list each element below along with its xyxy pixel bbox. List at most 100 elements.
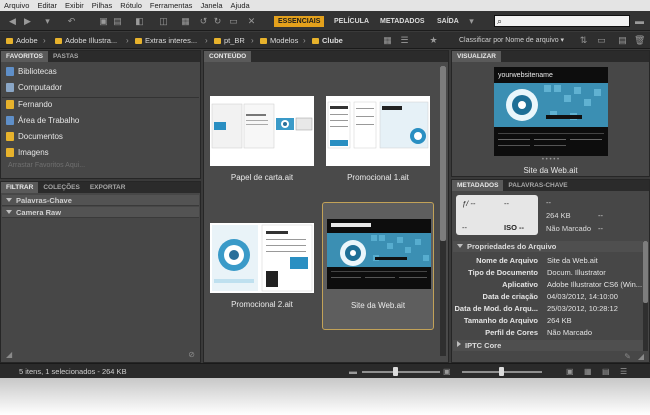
tab-pastas[interactable]: PASTAS [48,51,83,62]
forward-icon[interactable]: ▶ [22,16,33,26]
back-icon[interactable]: ◀ [7,16,18,26]
workspace-menu-icon[interactable]: ▾ [466,16,477,26]
details-view-icon[interactable]: ▤ [602,367,610,376]
shutter-value: -- [504,199,509,208]
list-view-icon[interactable]: ☰ [399,35,410,45]
tab-filtrar[interactable]: FILTRAR [1,182,39,193]
workspace-essenciais[interactable]: ESSENCIAIS [274,16,325,27]
menu-editar[interactable]: Editar [37,1,57,10]
scrollbar-thumb[interactable] [643,241,648,303]
output-icon[interactable]: ▦ [180,16,191,26]
breadcrumb-clube[interactable]: Clube [312,36,343,46]
tab-palavras-chave[interactable]: PALAVRAS-CHAVE [503,180,572,191]
breadcrumb-modelos[interactable]: Modelos [260,36,298,46]
slider-knob[interactable] [499,367,504,376]
return-icon[interactable]: ↶ [66,16,77,26]
thumbnail-promocional-2[interactable]: Promocional 2.ait [206,217,318,345]
new-folder-icon[interactable]: ▤ [617,35,628,45]
menu-exibir[interactable]: Exibir [65,1,84,10]
sort-order-icon[interactable]: ⇅ [578,35,589,45]
tab-visualizar[interactable]: VISUALIZAR [452,51,501,62]
clear-filter-icon[interactable]: ⊘ [188,350,195,359]
menu-rotulo[interactable]: Rótulo [120,1,142,10]
lock-icon[interactable]: ▣ [566,367,574,376]
preview-panel: VISUALIZAR yourwebsitename • • • • • Sit… [451,50,650,177]
favorite-documentos[interactable]: Documentos [6,131,63,143]
breadcrumb-pt-br[interactable]: pt_BR [214,36,245,46]
tab-exportar[interactable]: EXPORTAR [85,182,131,193]
breadcrumb-adobe[interactable]: Adobe [6,36,38,46]
breadcrumb-adobe-illustrator[interactable]: Adobe Illustra... [55,36,117,46]
status-bar: 5 itens, 1 selecionados - 264 KB ▬ ▣ ▣ ▦… [0,363,650,378]
delete-icon[interactable]: ✕ [246,16,257,26]
menu-ferramentas[interactable]: Ferramentas [150,1,193,10]
thumbnail-caption: Promocional 1.ait [347,173,409,182]
favorite-computador[interactable]: Computador [6,82,62,94]
favorite-fernando[interactable]: Fernando [6,99,52,111]
meta-row: Aplicativo Adobe Illustrator CS6 (Win... [502,280,643,289]
menu-arquivo[interactable]: Arquivo [4,1,29,10]
minimize-icon[interactable]: ▬ [634,16,645,26]
recent-folder-icon[interactable]: ▾ [42,16,53,26]
documents-icon [6,132,14,141]
grid-view-icon[interactable]: ▦ [382,35,393,45]
tab-favoritos[interactable]: FAVORITOS [1,51,48,62]
workspace-pelicula[interactable]: PELÍCULA [330,16,373,27]
thumbnail-site-da-web[interactable]: Site da Web.ait [322,202,434,330]
menu-janela[interactable]: Janela [200,1,222,10]
thumbnail-image [326,96,430,166]
search-box[interactable]: ⌕ [494,15,630,27]
list-view-icon[interactable]: ☰ [620,367,627,376]
thumbnail-view-icon[interactable]: ▦ [584,367,592,376]
computer-icon [6,83,14,92]
open-folder-icon[interactable]: ▭ [596,35,607,45]
favorite-bibliotecas[interactable]: Bibliotecas [6,66,57,78]
trash-icon[interactable]: 🗑 [634,35,645,45]
workspace-metadados[interactable]: METADADOS [376,16,429,27]
filter-camera-raw[interactable]: Camera Raw [2,207,199,218]
search-input[interactable] [509,16,627,26]
breadcrumb-extras[interactable]: Extras interes... [135,36,197,46]
new-folder-icon[interactable]: ▭ [228,16,239,26]
open-recent-icon[interactable]: ◧ [134,16,145,26]
filter-palavras-chave[interactable]: Palavras-Chave [2,195,199,206]
refine-icon[interactable]: ▤ [112,16,123,26]
review-icon[interactable]: ◫ [158,16,169,26]
rotate-ccw-icon[interactable]: ↺ [198,16,209,26]
rotate-cw-icon[interactable]: ↻ [212,16,223,26]
apply-icon[interactable]: ◢ [638,352,644,361]
zoom-in-icon[interactable]: ▣ [443,367,451,376]
scrollbar-thumb[interactable] [440,66,446,241]
menu-ajuda[interactable]: Ajuda [231,1,250,10]
thumbnail-size-slider[interactable] [362,371,440,373]
slider-knob[interactable] [393,367,398,376]
workspace-saida[interactable]: SAÍDA [433,16,463,27]
content-panel: CONTEÚDO Papel de carta.ait Promocional … [203,50,449,363]
camera-download-icon[interactable]: ▣ [98,16,109,26]
sort-dropdown[interactable]: Classificar por Nome de arquivo ▾ [459,36,564,46]
favorite-area-de-trabalho[interactable]: Área de Trabalho [6,115,79,127]
content-scrollbar[interactable] [440,66,446,356]
chevron-right-icon: › [43,36,46,45]
star-filter-icon[interactable]: ★ [428,35,439,45]
metadata-panel: METADADOS PALAVRAS-CHAVE ƒ/ -- -- ISO --… [451,179,650,363]
tab-metadados[interactable]: METADADOS [452,180,504,191]
search-icon: ⌕ [497,16,503,26]
thumbnail-promocional-1[interactable]: Promocional 1.ait [322,90,434,218]
libraries-icon [6,67,14,76]
edit-icon[interactable]: ✎ [624,352,631,361]
pin-icon[interactable]: ◢ [6,350,12,359]
tab-colecoes[interactable]: COLEÇÕES [38,182,84,193]
section-iptc-core[interactable]: IPTC Core [453,340,648,351]
thumbnail-papel-de-carta[interactable]: Papel de carta.ait [206,90,318,218]
favorite-imagens[interactable]: Imagens [6,147,49,159]
thumbnail-caption: Site da Web.ait [350,301,406,310]
bridge-window: Arquivo Editar Exibir Pilhas Rótulo Ferr… [0,0,650,378]
color-profile-value: Não Marcado [546,224,592,233]
metadata-scrollbar[interactable] [643,241,648,351]
folder-icon [312,38,319,44]
tab-conteudo[interactable]: CONTEÚDO [204,51,252,62]
zoom-out-icon[interactable]: ▬ [349,367,357,376]
section-propriedades[interactable]: Propriedades do Arquivo [453,241,648,252]
menu-pilhas[interactable]: Pilhas [92,1,112,10]
